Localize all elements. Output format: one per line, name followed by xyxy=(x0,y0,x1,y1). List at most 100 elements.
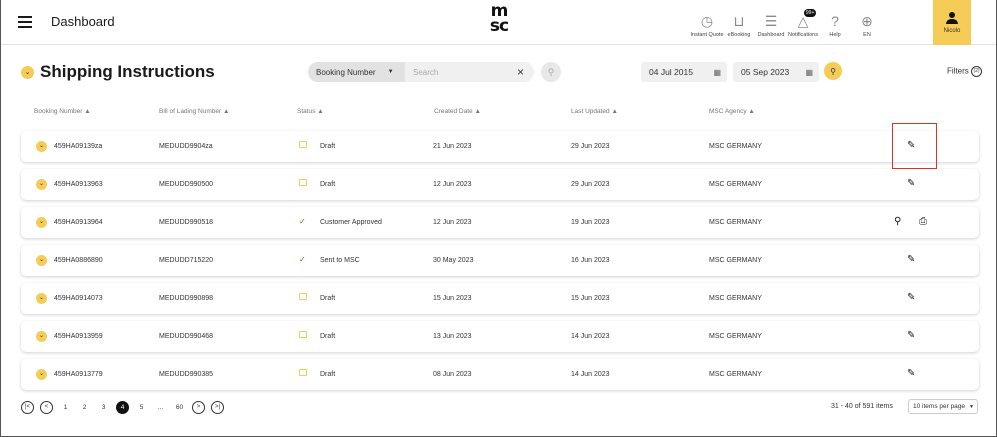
prev-page-icon[interactable]: < xyxy=(40,400,53,414)
view-icon[interactable]: ⚲ xyxy=(894,216,901,227)
table-row[interactable]: ⌄ 459HA0886890 MEDUDD715220 30 May 2023 16 J… xyxy=(21,245,979,276)
search-bar: Booking Number ▼ × xyxy=(308,62,534,82)
booking-number: 459HA0914073 xyxy=(54,295,103,302)
page-1[interactable]: 1 xyxy=(59,401,72,414)
edit-icon[interactable]: ✎ xyxy=(907,140,915,151)
search-input[interactable] xyxy=(405,67,515,77)
nav-item-help[interactable]: ? Help xyxy=(819,4,851,38)
nav-item-label: Notifications xyxy=(788,32,818,38)
nav-item-label: Dashboard xyxy=(757,32,785,38)
top-bar: Dashboard m sc ◷ Instant Quote ⊔ eBooking ☰ Da… xyxy=(1,0,996,45)
edit-icon[interactable]: ✎ xyxy=(907,368,915,379)
last-page-icon[interactable]: >| xyxy=(211,400,224,414)
check-icon: ✓ xyxy=(299,255,306,264)
items-range: 31 - 40 of 591 items xyxy=(831,403,893,410)
expand-chevron-icon[interactable]: ⌄ xyxy=(36,141,47,152)
msc-agency: MSC GERMANY xyxy=(709,371,762,378)
date-to-field[interactable]: 05 Sep 2023 ▦ xyxy=(733,62,819,82)
msc-agency: MSC GERMANY xyxy=(709,295,762,302)
expand-chevron-icon[interactable]: ⌄ xyxy=(36,179,47,190)
msc-agency: MSC GERMANY xyxy=(709,257,762,264)
user-menu[interactable]: Nicolo xyxy=(933,0,971,45)
table-row[interactable]: ⌄ 459HA0913779 MEDUDD990385 08 Jun 2023 14 J… xyxy=(21,359,979,390)
table-row[interactable]: ⌄ 459HA0914073 MEDUDD990898 15 Jun 2023 15 J… xyxy=(21,283,979,314)
last-updated: 19 Jun 2023 xyxy=(571,219,610,226)
first-page-icon[interactable]: |< xyxy=(21,400,34,414)
column-header[interactable]: MSC Agency ▲ xyxy=(709,108,755,115)
expand-chevron-icon[interactable]: ⌄ xyxy=(36,331,47,342)
notification-badge: 99+ xyxy=(803,9,817,17)
per-page-select[interactable]: 10 items per page ▼ xyxy=(908,399,978,414)
menu-icon[interactable] xyxy=(18,16,32,28)
print-icon[interactable]: ⎙ xyxy=(919,216,927,227)
status-text: Draft xyxy=(320,333,336,340)
booking-number: 459HA0913963 xyxy=(54,181,103,188)
page-title: Shipping Instructions xyxy=(40,62,215,81)
bol-number: MEDUDD9904za xyxy=(159,143,213,150)
search-icon: ⚲ xyxy=(547,66,555,77)
column-header[interactable]: Status ▲ xyxy=(297,108,324,115)
status-text: Sent to MSC xyxy=(320,257,360,264)
edit-icon[interactable]: ✎ xyxy=(907,292,915,303)
created-date: 13 Jun 2023 xyxy=(433,333,472,340)
nav-item-ebooking[interactable]: ⊔ eBooking xyxy=(723,4,755,38)
booking-number: 459HA09139za xyxy=(54,143,103,150)
date-from-field[interactable]: 04 Jul 2015 ▦ xyxy=(641,62,727,82)
date-from-value: 04 Jul 2015 xyxy=(649,67,693,77)
nav-item-instant-quote[interactable]: ◷ Instant Quote xyxy=(690,4,724,38)
date-search-button[interactable]: ⚲ xyxy=(824,62,842,80)
search-icon: ⚲ xyxy=(830,66,836,76)
edit-icon[interactable]: ✎ xyxy=(907,254,915,265)
chevron-down-icon: ▼ xyxy=(969,403,974,410)
created-date: 15 Jun 2023 xyxy=(433,295,472,302)
last-updated: 14 Jun 2023 xyxy=(571,371,610,378)
nav-item-label: Instant Quote xyxy=(690,32,724,38)
page-5[interactable]: 5 xyxy=(135,401,148,414)
booking-number: 459HA0913779 xyxy=(54,371,103,378)
next-page-icon[interactable]: > xyxy=(192,400,205,414)
page-ellipsis: ... xyxy=(157,403,164,411)
edit-icon[interactable]: ✎ xyxy=(907,178,915,189)
nav-item-dashboard[interactable]: ☰ Dashboard xyxy=(755,4,787,38)
last-updated: 14 Jun 2023 xyxy=(571,333,610,340)
nav-item-en[interactable]: ⊕ EN xyxy=(851,4,883,38)
check-icon: ✓ xyxy=(299,217,306,226)
expand-chevron-icon[interactable]: ⌄ xyxy=(36,217,47,228)
filters-label: Filters xyxy=(947,66,969,76)
page-3[interactable]: 3 xyxy=(97,401,110,414)
table-row[interactable]: ⌄ 459HA0913959 MEDUDD990468 13 Jun 2023 14 J… xyxy=(21,321,979,352)
expand-chevron-icon[interactable]: ⌄ xyxy=(36,293,47,304)
msc-agency: MSC GERMANY xyxy=(709,219,762,226)
column-header[interactable]: Booking Number ▲ xyxy=(34,108,91,115)
edit-icon[interactable]: ✎ xyxy=(907,330,915,341)
page-2[interactable]: 2 xyxy=(78,401,91,414)
table-row[interactable]: ⌄ 459HA0913963 MEDUDD990500 12 Jun 2023 29 J… xyxy=(21,169,979,200)
table-row[interactable]: ⌄ 459HA0913964 MEDUDD990518 12 Jun 2023 19 J… xyxy=(21,207,979,238)
user-icon xyxy=(946,11,958,24)
help-icon: ? xyxy=(831,13,839,29)
collapse-chevron-icon[interactable]: ⌄ xyxy=(21,66,34,79)
expand-chevron-icon[interactable]: ⌄ xyxy=(36,255,47,266)
sliders-icon: ☰ xyxy=(764,13,778,29)
nav-item-notifications[interactable]: △ 99+ Notifications xyxy=(787,4,819,38)
last-updated: 16 Jun 2023 xyxy=(571,257,610,264)
filters-button[interactable]: Filters (2) xyxy=(947,66,983,77)
globe-icon: ⊕ xyxy=(861,13,873,29)
booking-number: 459HA0913964 xyxy=(54,219,103,226)
column-header[interactable]: Bill of Lading Number ▲ xyxy=(159,108,229,115)
clear-icon[interactable]: × xyxy=(517,65,524,79)
page-60[interactable]: 60 xyxy=(173,401,186,414)
msc-logo[interactable]: m sc xyxy=(479,3,519,40)
search-button[interactable]: ⚲ xyxy=(541,62,561,82)
status-text: Draft xyxy=(320,371,336,378)
column-header[interactable]: Last Updated ▲ xyxy=(571,108,618,115)
expand-chevron-icon[interactable]: ⌄ xyxy=(36,369,47,380)
search-type-select[interactable]: Booking Number ▼ xyxy=(308,62,405,82)
column-header[interactable]: Created Date ▲ xyxy=(434,108,481,115)
app-title: Dashboard xyxy=(51,14,115,29)
per-page-value: 10 items per page xyxy=(913,403,966,410)
table-row[interactable]: ⌄ 459HA09139za MEDUDD9904za 21 Jun 2023 29 J… xyxy=(21,131,979,162)
bell-icon: △ 99+ xyxy=(797,9,817,29)
page-4[interactable]: 4 xyxy=(116,400,129,414)
chevron-down-icon: ▼ xyxy=(387,69,394,75)
